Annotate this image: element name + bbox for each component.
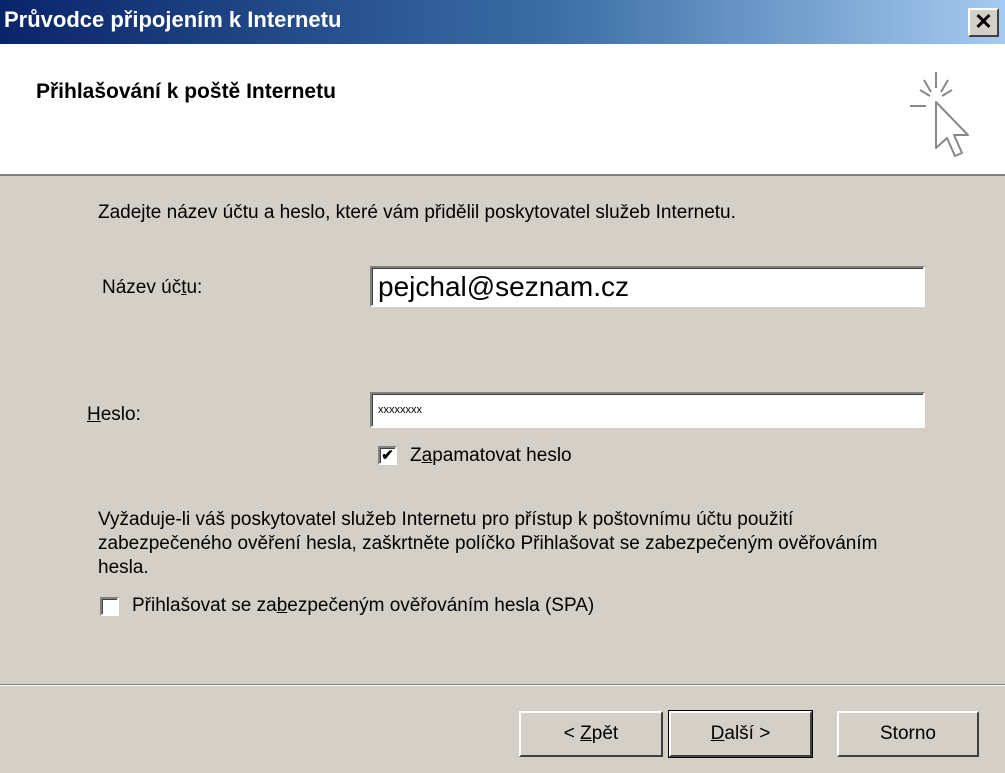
account-name-field[interactable] (370, 266, 925, 307)
instruction-text: Zadejte název účtu a heslo, které vám př… (98, 202, 736, 223)
footer-separator (0, 684, 1005, 686)
spa-checkbox[interactable] (100, 597, 119, 616)
remember-password-label[interactable]: Zapamatovat heslo (410, 445, 572, 467)
account-name-input[interactable] (372, 268, 923, 305)
checkmark-icon: ✔ (381, 447, 394, 464)
close-icon: ✕ (974, 9, 993, 34)
page-title: Přihlašování k poště Internetu (36, 80, 336, 103)
window-title: Průvodce připojením k Internetu (4, 7, 342, 32)
spa-description: Vyžaduje-li váš poskytovatel služeb Inte… (98, 509, 878, 578)
password-input[interactable] (372, 394, 923, 426)
account-name-label: Název účtu: (102, 277, 203, 298)
title-bar: Průvodce připojením k Internetu ✕ (0, 0, 1005, 44)
remember-password-checkbox[interactable]: ✔ (378, 446, 397, 465)
cancel-button[interactable]: Storno (837, 711, 979, 757)
wizard-header: Přihlašování k poště Internetu (0, 44, 1005, 176)
close-button[interactable]: ✕ (968, 8, 999, 37)
spa-checkbox-label[interactable]: Přihlašovat se zabezpečeným ověřováním h… (132, 595, 594, 617)
wizard-cursor-icon (910, 72, 969, 157)
password-label: Heslo: (87, 404, 141, 425)
back-button[interactable]: < Zpět (519, 711, 663, 757)
next-button[interactable]: Další > (668, 710, 813, 758)
password-field[interactable] (370, 392, 925, 428)
